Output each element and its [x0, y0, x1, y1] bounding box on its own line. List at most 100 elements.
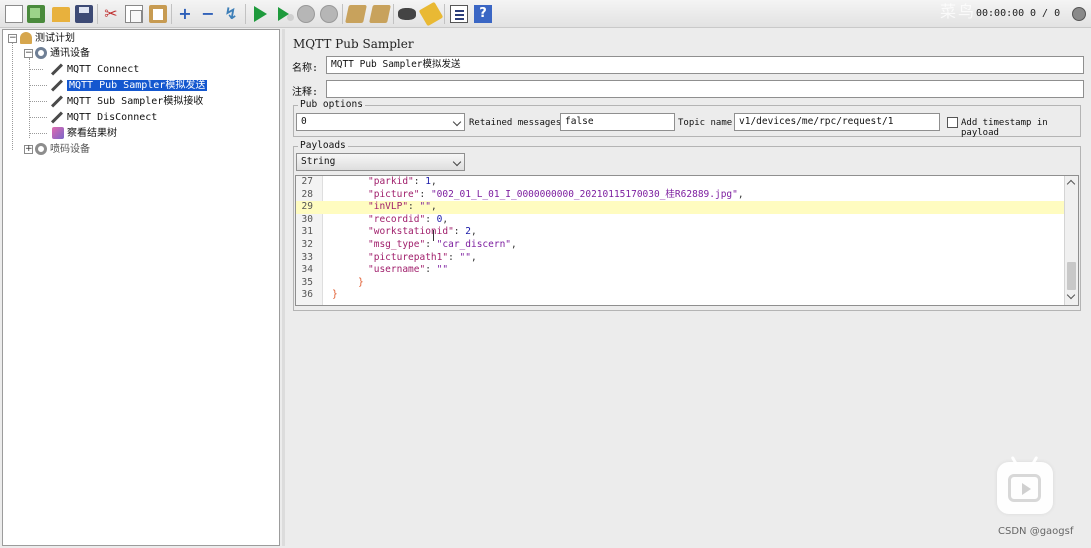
- payload-editor[interactable]: 27 "parkid": 1, 28 "picture": "002_01_L_01_…: [295, 175, 1079, 306]
- tree-item-label: MQTT Sub Sampler模拟接收: [67, 96, 204, 107]
- start-icon[interactable]: [254, 6, 267, 22]
- shutdown-icon[interactable]: [320, 5, 338, 23]
- punct-token: :: [425, 264, 437, 276]
- new-icon[interactable]: [5, 5, 23, 23]
- toolbar-separator: [97, 4, 98, 24]
- function-helper-icon[interactable]: [450, 5, 468, 23]
- thread-group-icon: [35, 47, 47, 59]
- tree-item-mqtt-pub-sampler[interactable]: MQTT Pub Sampler模拟发送: [50, 78, 208, 93]
- punct-token: :: [425, 213, 437, 225]
- chevron-down-icon: [452, 117, 462, 127]
- tree-item-view-results-tree[interactable]: 察看结果树: [52, 126, 117, 141]
- code-line: 36}: [296, 289, 1064, 302]
- tree-connector: [29, 117, 47, 118]
- tree-item-thread-group[interactable]: 通讯设备: [35, 46, 90, 61]
- line-number: 31: [301, 226, 313, 238]
- scroll-down-icon[interactable]: [1066, 290, 1076, 300]
- toolbar-separator: [342, 4, 343, 24]
- toolbar-separator: [171, 4, 172, 24]
- json-key-token: "workstationid": [368, 226, 454, 238]
- templates-icon[interactable]: [27, 5, 45, 23]
- code-content: "msg_type": "car_discern",: [368, 239, 517, 252]
- thread-counts: 0 / 0: [1030, 8, 1061, 19]
- search-icon[interactable]: [398, 8, 416, 20]
- qos-select[interactable]: 0: [296, 113, 465, 131]
- copy-icon[interactable]: [125, 5, 143, 23]
- payload-type-select[interactable]: String: [296, 153, 465, 171]
- punct-token: ,: [442, 213, 449, 225]
- toolbar-separator: [393, 4, 394, 24]
- reset-search-icon[interactable]: [418, 1, 444, 27]
- help-icon[interactable]: ?: [474, 5, 492, 23]
- tree-item-label: 察看结果树: [67, 128, 117, 139]
- toggle-icon[interactable]: ↯: [222, 5, 240, 23]
- retained-messages-field[interactable]: false: [560, 113, 675, 131]
- line-number: 30: [301, 213, 313, 225]
- sampler-icon: [50, 62, 64, 76]
- punct-token: :: [425, 239, 437, 250]
- add-icon[interactable]: +: [176, 5, 194, 23]
- tree-expand-toggle[interactable]: +: [24, 145, 33, 154]
- remove-icon[interactable]: −: [199, 5, 217, 23]
- tree-item-mqtt-sub-sampler[interactable]: MQTT Sub Sampler模拟接收: [50, 94, 203, 109]
- panel-splitter[interactable]: [282, 29, 285, 546]
- punct-token: ,: [470, 226, 477, 238]
- qos-value: 0: [301, 116, 307, 127]
- json-key-token: "username": [368, 264, 426, 276]
- code-content: "workstationid": 2,: [368, 226, 477, 239]
- tree-item-mqtt-connect[interactable]: MQTT Connect: [50, 62, 139, 77]
- clear-icon[interactable]: [345, 5, 367, 23]
- clear-all-icon[interactable]: [369, 5, 391, 23]
- watermark-text: 菜鸟: [940, 2, 977, 21]
- line-number: 32: [301, 239, 313, 250]
- stop-icon[interactable]: [297, 5, 315, 23]
- page-title: MQTT Pub Sampler: [293, 37, 414, 51]
- tree-item-mqtt-disconnect[interactable]: MQTT DisConnect: [50, 110, 157, 125]
- tree-connector: [29, 101, 47, 102]
- brace-token: }: [358, 276, 364, 288]
- code-content: }: [358, 277, 364, 290]
- punct-token: ,: [430, 201, 437, 213]
- json-key-token: "picturepath1": [368, 251, 449, 263]
- scroll-up-icon[interactable]: [1066, 179, 1076, 189]
- code-line: 30 "recordid": 0,: [296, 214, 1064, 227]
- tree-connector: [29, 69, 43, 70]
- open-icon[interactable]: [52, 7, 70, 22]
- tree-item-thread-group-2[interactable]: 喷码设备: [35, 142, 90, 157]
- punct-token: :: [448, 251, 460, 263]
- add-timestamp-checkbox[interactable]: [947, 117, 958, 128]
- json-value-token: "car_discern": [436, 239, 512, 250]
- topic-name-field[interactable]: v1/devices/me/rpc/request/1: [734, 113, 940, 131]
- listener-icon: [52, 127, 64, 139]
- watermark-credit: CSDN @gaogsf: [998, 526, 1074, 537]
- run-status-icon: [1072, 7, 1086, 21]
- paste-icon[interactable]: [149, 5, 167, 23]
- comment-field[interactable]: [326, 80, 1084, 98]
- tree-item-test-plan[interactable]: 测试计划: [20, 31, 75, 46]
- tree-item-label: MQTT DisConnect: [67, 112, 158, 123]
- retained-messages-label: Retained messages:: [469, 118, 567, 128]
- cut-icon[interactable]: ✂: [102, 5, 120, 23]
- json-value-token: "": [459, 251, 471, 263]
- play-icon: [1022, 483, 1031, 495]
- tree-connector: [29, 58, 30, 138]
- json-key-token: "picture": [368, 188, 420, 200]
- code-content: "inVLP": "",: [368, 201, 437, 214]
- line-number: 28: [301, 188, 313, 200]
- sampler-icon: [50, 94, 64, 108]
- tree-collapse-toggle[interactable]: −: [8, 34, 17, 43]
- thread-group-icon: [35, 143, 47, 155]
- tree-item-label: MQTT Connect: [67, 64, 140, 75]
- tree-collapse-toggle[interactable]: −: [24, 49, 33, 58]
- save-icon[interactable]: [75, 5, 93, 23]
- editor-scrollbar[interactable]: [1064, 176, 1078, 305]
- tree-item-label: 通讯设备: [50, 48, 90, 59]
- start-no-timers-icon[interactable]: [278, 7, 294, 21]
- json-value-token: "": [436, 264, 449, 276]
- json-key-token: "inVLP": [368, 201, 409, 213]
- line-number: 34: [301, 264, 313, 276]
- main-toolbar: ✂ + − ↯ ? 菜鸟 00:00:00 0 / 0: [0, 0, 1091, 28]
- tree-item-label: 测试计划: [35, 33, 75, 44]
- scrollbar-thumb[interactable]: [1067, 262, 1076, 290]
- name-field[interactable]: MQTT Pub Sampler模拟发送: [326, 56, 1084, 74]
